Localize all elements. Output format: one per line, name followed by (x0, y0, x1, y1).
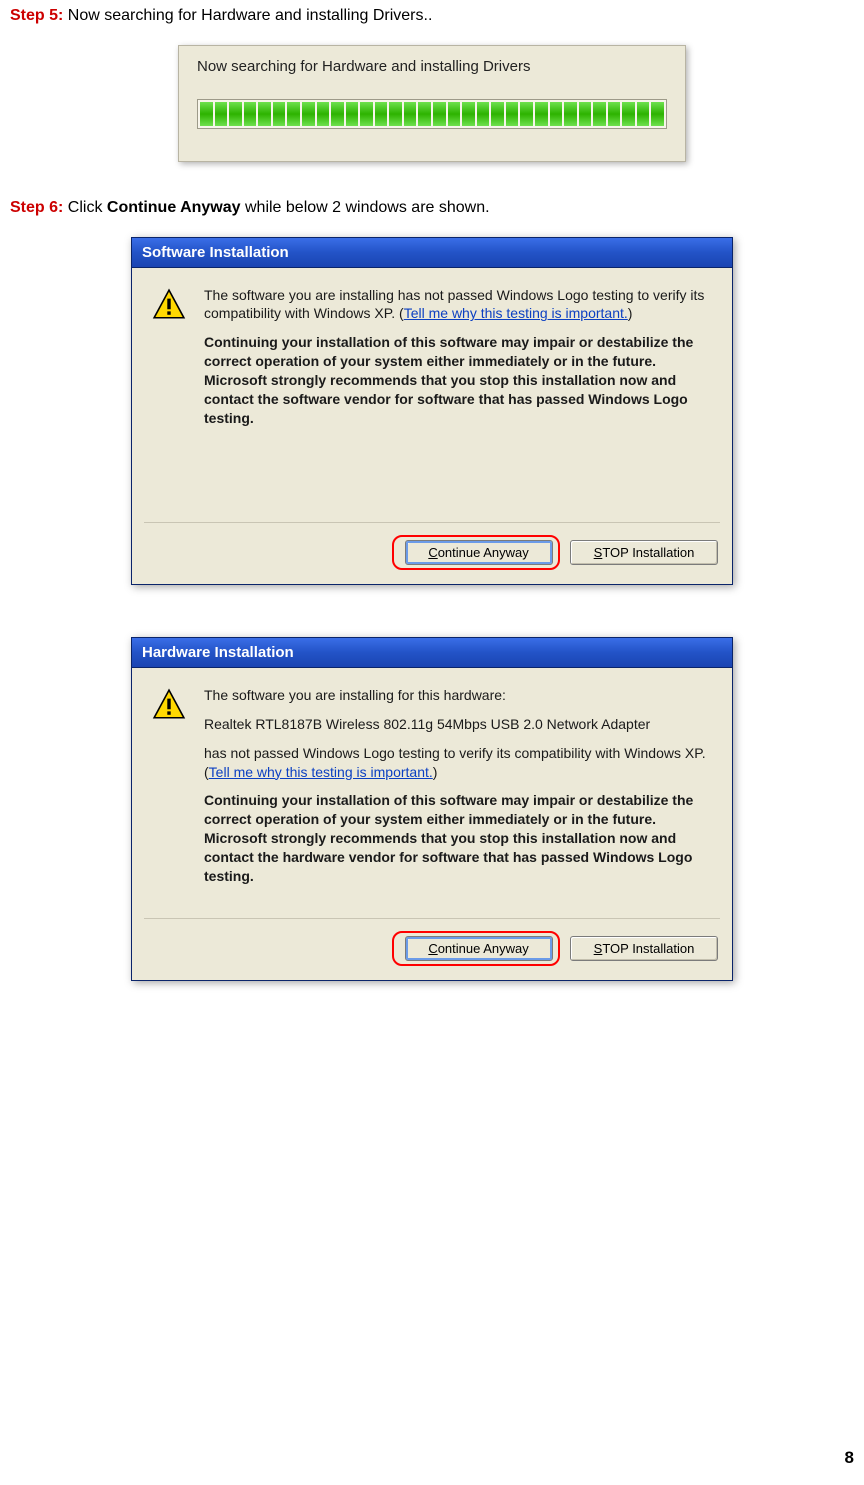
step6-pre: Click (63, 199, 107, 216)
hardware-device-name: Realtek RTL8187B Wireless 802.11g 54Mbps… (204, 715, 712, 734)
progress-bar (197, 99, 667, 129)
software-install-dialog: Software Installation The software you a… (131, 237, 733, 585)
tell-me-why-link[interactable]: Tell me why this testing is important. (209, 764, 433, 780)
software-dialog-footer: Continue Anyway STOP Installation (132, 523, 732, 584)
warning-icon (152, 688, 186, 722)
step6-post: while below 2 windows are shown. (241, 199, 490, 216)
warning-icon (152, 288, 186, 322)
stop-installation-button[interactable]: STOP Installation (570, 540, 718, 565)
progress-title: Now searching for Hardware and installin… (197, 58, 667, 75)
step6-bold: Continue Anyway (107, 199, 241, 216)
page-number: 8 (845, 1448, 854, 1468)
stop-installation-button[interactable]: STOP Installation (570, 936, 718, 961)
continue-highlight: Continue Anyway (392, 535, 560, 570)
step6-line: Step 6: Click Continue Anyway while belo… (10, 198, 854, 219)
hardware-dialog-text: The software you are installing for this… (204, 686, 712, 896)
continue-anyway-button[interactable]: Continue Anyway (405, 540, 553, 565)
hardware-install-dialog: Hardware Installation The software you a… (131, 637, 733, 981)
hardware-dialog-warning: Continuing your installation of this sof… (204, 791, 712, 885)
continue-highlight: Continue Anyway (392, 931, 560, 966)
step5-text: Now searching for Hardware and installin… (63, 7, 432, 24)
progress-dialog: Now searching for Hardware and installin… (178, 45, 686, 162)
continue-anyway-button[interactable]: Continue Anyway (405, 936, 553, 961)
step6-label: Step 6: (10, 199, 63, 216)
software-dialog-titlebar: Software Installation (132, 238, 732, 268)
hardware-dialog-titlebar: Hardware Installation (132, 638, 732, 668)
step5-label: Step 5: (10, 7, 63, 24)
tell-me-why-link[interactable]: Tell me why this testing is important. (404, 305, 628, 321)
software-dialog-text: The software you are installing has not … (204, 286, 712, 438)
software-dialog-warning: Continuing your installation of this sof… (204, 333, 712, 427)
hardware-dialog-footer: Continue Anyway STOP Installation (132, 919, 732, 980)
step5-line: Step 5: Now searching for Hardware and i… (10, 6, 854, 27)
